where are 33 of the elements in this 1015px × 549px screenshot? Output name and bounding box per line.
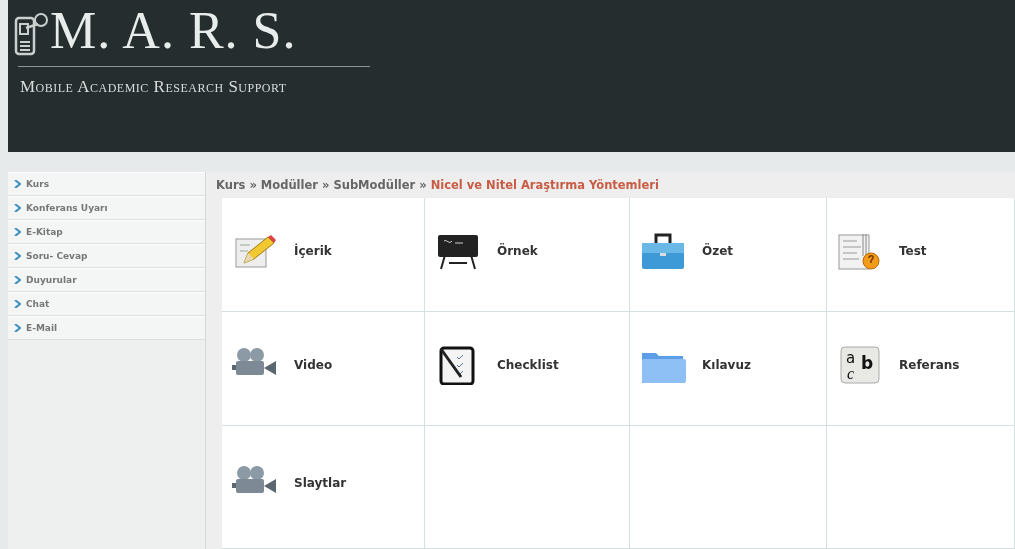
breadcrumb-link[interactable]: SubModüller xyxy=(333,178,416,198)
sidebar-item[interactable]: E-Kitap xyxy=(8,220,205,244)
phone-magnifier-icon xyxy=(14,12,48,58)
module-link[interactable]: İçerik xyxy=(294,243,332,258)
module-link[interactable]: Örnek xyxy=(497,243,538,258)
module-link[interactable]: Referans xyxy=(899,357,960,372)
chevron-icon xyxy=(14,180,21,188)
module-link[interactable]: Test xyxy=(899,243,927,258)
module-link[interactable]: Kılavuz xyxy=(702,357,751,372)
breadcrumb-separator: » xyxy=(322,178,330,194)
breadcrumb-link[interactable]: Kurs xyxy=(216,178,246,198)
chevron-icon xyxy=(14,204,21,212)
module-link[interactable]: Checklist xyxy=(497,357,559,372)
breadcrumb-separator: » xyxy=(249,178,257,194)
logo-subtitle: Mobile Academic Research Support xyxy=(20,77,288,97)
sidebar-item[interactable]: Konferans Uyarı xyxy=(8,196,205,220)
sidebar-item[interactable]: Soru- Cevap xyxy=(8,244,205,268)
logo-title: M. A. R. S. xyxy=(50,4,297,58)
chevron-icon xyxy=(14,324,21,332)
sidebar-item[interactable]: Kurs xyxy=(8,172,205,196)
chevron-icon xyxy=(14,276,21,284)
module-link[interactable]: Özet xyxy=(702,243,734,258)
chevron-icon xyxy=(14,300,21,308)
chevron-icon xyxy=(14,252,21,260)
breadcrumb-link[interactable]: Modüller xyxy=(260,178,318,198)
sidebar-item[interactable]: Duyurular xyxy=(8,268,205,292)
module-link[interactable]: Video xyxy=(294,357,333,372)
sidebar-item[interactable]: E-Mail xyxy=(8,316,205,340)
module-link[interactable]: Slaytlar xyxy=(294,476,347,490)
chevron-icon xyxy=(14,228,21,236)
sidebar-item[interactable]: Chat xyxy=(8,292,205,316)
breadcrumb-separator: » xyxy=(419,178,427,194)
breadcrumb-current: Nicel ve Nitel Araştırma Yöntemleri xyxy=(430,178,659,194)
